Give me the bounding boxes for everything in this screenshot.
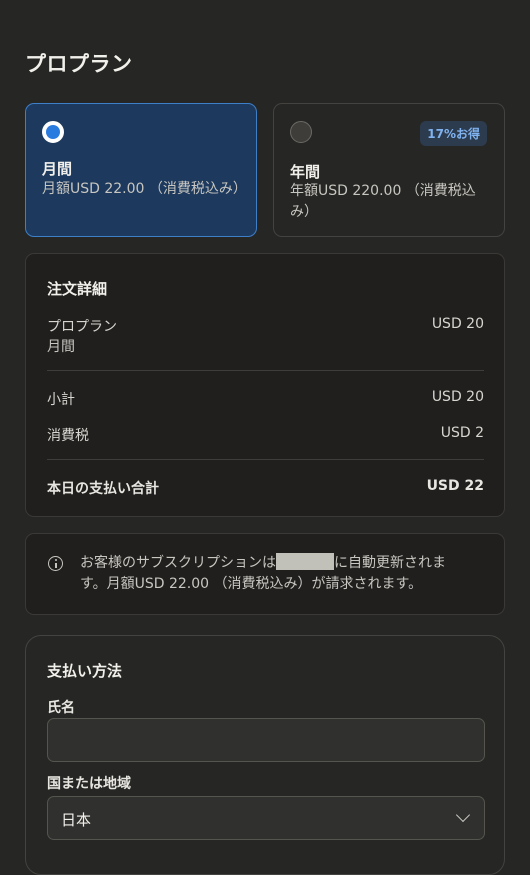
plan-price: 月額USD 22.00 （消費税込み） <box>42 181 247 197</box>
payment-method-card: 支払い方法 氏名 国または地域 日本 <box>25 635 505 875</box>
country-select-value: 日本 <box>61 811 92 829</box>
country-select[interactable]: 日本 <box>47 796 485 840</box>
plan-name: 月間 <box>42 160 73 178</box>
tax-value: USD 2 <box>440 425 484 441</box>
order-item-name: プロプラン <box>47 319 117 335</box>
redacted-date <box>276 553 334 570</box>
order-details-card: 注文詳細 プロプラン 月間 USD 20 小計 USD 20 消費税 USD 2… <box>25 253 505 517</box>
total-label: 本日の支払い合計 <box>47 481 159 497</box>
plan-price: 年額USD 220.00 （消費税込み） <box>290 183 476 220</box>
subtotal-label: 小計 <box>47 392 75 408</box>
order-item-period: 月間 <box>47 339 75 355</box>
renewal-info-text-before: お客様のサブスクリプションは <box>80 555 276 571</box>
plan-name: 年間 <box>290 163 321 181</box>
name-field-label: 氏名 <box>47 700 75 716</box>
radio-unselected-icon[interactable] <box>290 121 312 143</box>
plan-option-annual[interactable]: 17%お得 年間 年額USD 220.00 （消費税込み） <box>273 103 505 237</box>
plan-option-monthly[interactable]: 月間 月額USD 22.00 （消費税込み） <box>25 103 257 237</box>
page-title: プロプラン <box>25 52 133 76</box>
divider <box>47 459 484 460</box>
name-input[interactable] <box>47 718 485 762</box>
payment-method-title: 支払い方法 <box>47 662 123 680</box>
radio-selected-icon[interactable] <box>42 121 64 143</box>
renewal-info-text: お客様のサブスクリプションは に自動更新されます。月額USD 22.00 （消費税… <box>80 553 464 595</box>
divider <box>47 370 484 371</box>
subtotal-value: USD 20 <box>431 389 484 405</box>
info-icon <box>48 556 63 571</box>
order-details-title: 注文詳細 <box>47 280 108 298</box>
renewal-info-card: お客様のサブスクリプションは に自動更新されます。月額USD 22.00 （消費税… <box>25 533 505 615</box>
order-item-price: USD 20 <box>431 316 484 332</box>
tax-label: 消費税 <box>47 428 89 444</box>
total-value: USD 22 <box>426 478 484 494</box>
discount-badge: 17%お得 <box>420 121 487 146</box>
country-field-label: 国または地域 <box>47 776 131 792</box>
chevron-down-icon <box>455 807 471 823</box>
